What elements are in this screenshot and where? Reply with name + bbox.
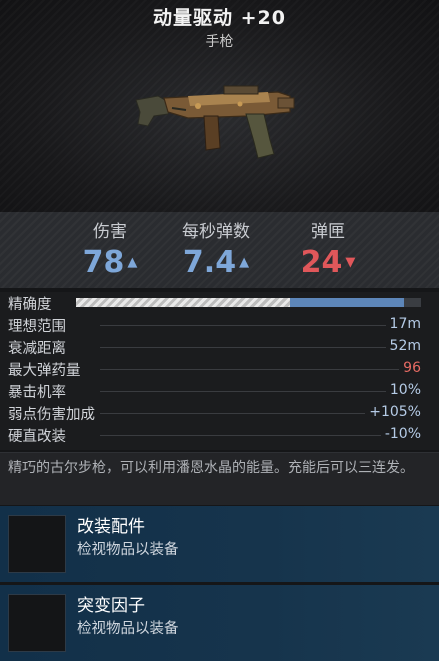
stat-label: 每秒弹数 (182, 222, 250, 242)
attr-value: 10% (385, 382, 421, 398)
stat-value: 78 ▲ (82, 245, 138, 280)
attr-value: 52m (385, 338, 421, 354)
attr-label: 暴击机率 (8, 381, 70, 402)
weapon-type: 手枪 (205, 34, 234, 50)
attr-value: 17m (385, 316, 421, 332)
weapon-description: 精巧的古尔步枪，可以利用潘恩水晶的能量。充能后可以三连发。 (0, 452, 439, 505)
attr-row: 最大弹药量 96 (0, 358, 439, 380)
stat-value: 7.4 ▲ (182, 245, 250, 280)
attr-accuracy: 精确度 (0, 292, 439, 314)
attr-label: 最大弹药量 (8, 359, 85, 380)
accuracy-bar (76, 298, 421, 307)
accuracy-bar-base (76, 298, 290, 307)
attr-row: 理想范围 17m (0, 314, 439, 336)
description-text: 精巧的古尔步枪，可以利用潘恩水晶的能量。充能后可以三连发。 (8, 460, 414, 476)
stat-value: 24 ▼ (300, 245, 356, 280)
mutator-slot[interactable]: 突变因子 检视物品以装备 (0, 585, 439, 661)
slot-hint: 检视物品以装备 (77, 542, 179, 558)
attr-label: 弱点伤害加成 (8, 403, 99, 424)
arrow-up-icon: ▲ (127, 255, 138, 270)
stat-damage: 伤害 78 ▲ (78, 217, 142, 280)
attr-row: 暴击机率 10% (0, 380, 439, 402)
slot-hint: 检视物品以装备 (77, 621, 179, 637)
weapon-detail-panel: 动量驱动 +20 手枪 伤害 78 ▲ 每秒弹数 7.4 ▲ 弹匣 24 ▼ 精… (0, 0, 439, 661)
slot-name: 改装配件 (77, 517, 145, 537)
mod-slot-icon (8, 515, 66, 573)
attr-row: 硬直改装 -10% (0, 424, 439, 446)
slot-name: 突变因子 (77, 596, 145, 616)
attr-value: -10% (380, 426, 421, 442)
attr-label: 硬直改装 (8, 425, 70, 446)
attr-value: +105% (365, 404, 421, 420)
attribute-list: 精确度 理想范围 17m 衰减距离 52m 最大弹药量 96 暴击机率 10% (0, 292, 439, 450)
attr-value: 96 (399, 360, 421, 376)
arrow-down-icon: ▼ (345, 255, 356, 270)
primary-stats: 伤害 78 ▲ 每秒弹数 7.4 ▲ 弹匣 24 ▼ (0, 212, 439, 288)
weapon-name: 动量驱动 +20 (153, 7, 286, 29)
attr-row: 弱点伤害加成 +105% (0, 402, 439, 424)
attr-label: 衰减距离 (8, 337, 70, 358)
stat-fire-rate: 每秒弹数 7.4 ▲ (168, 217, 264, 280)
stat-magazine: 弹匣 24 ▼ (296, 217, 360, 280)
attr-label: 精确度 (8, 293, 56, 314)
attr-row: 衰减距离 52m (0, 336, 439, 358)
mutator-slot-icon (8, 594, 66, 652)
mod-slot[interactable]: 改装配件 检视物品以装备 (0, 506, 439, 582)
accuracy-bar-bonus (290, 298, 404, 307)
weapon-preview: 动量驱动 +20 手枪 (0, 0, 439, 212)
stat-label: 弹匣 (311, 222, 345, 242)
pistol-weapon-icon (135, 85, 295, 159)
attr-label: 理想范围 (8, 315, 70, 336)
stat-label: 伤害 (93, 222, 127, 242)
arrow-up-icon: ▲ (239, 255, 250, 270)
